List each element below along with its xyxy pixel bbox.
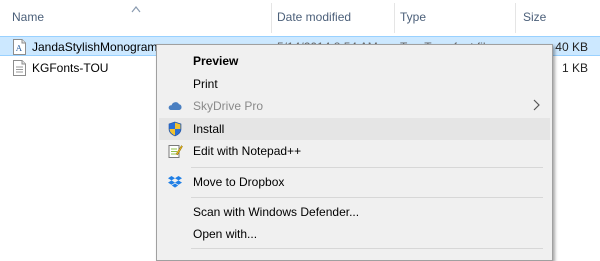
file-name[interactable]: KGFonts-TOU — [32, 61, 108, 75]
menu-separator — [191, 248, 543, 249]
column-header-size[interactable]: Size — [523, 10, 546, 24]
file-size: 1 KB — [561, 61, 588, 75]
shield-icon — [167, 121, 183, 137]
menu-item-move-to-dropbox[interactable]: Move to Dropbox — [159, 171, 550, 193]
menu-item-label: Open with... — [193, 227, 258, 241]
sort-ascending-icon — [131, 2, 141, 13]
menu-item-label: Print — [193, 77, 218, 91]
menu-item-preview[interactable]: Preview — [159, 50, 550, 72]
column-divider[interactable] — [394, 3, 395, 33]
menu-item-label: Move to Dropbox — [193, 175, 285, 189]
menu-item-edit-notepad[interactable]: Edit with Notepad++ — [159, 140, 550, 162]
menu-separator — [191, 167, 543, 168]
submenu-arrow-icon — [532, 99, 540, 111]
menu-separator — [191, 197, 543, 198]
svg-text:A: A — [15, 44, 22, 53]
menu-item-label: Preview — [193, 54, 239, 68]
file-size: 40 KB — [555, 40, 588, 54]
font-file-icon: A — [12, 39, 27, 55]
column-divider[interactable] — [271, 3, 272, 33]
column-header-type[interactable]: Type — [400, 10, 426, 24]
menu-item-label: Install — [193, 122, 225, 136]
dropbox-icon — [167, 174, 183, 190]
menu-item-skydrive-pro[interactable]: SkyDrive Pro — [159, 95, 550, 117]
column-divider[interactable] — [515, 3, 516, 33]
menu-item-open-with[interactable]: Open with... — [159, 223, 550, 245]
menu-item-label: SkyDrive Pro — [193, 99, 264, 113]
menu-item-install[interactable]: Install — [159, 118, 550, 140]
menu-item-label: Edit with Notepad++ — [193, 144, 302, 158]
menu-item-label: Scan with Windows Defender... — [193, 205, 360, 219]
menu-item-print[interactable]: Print — [159, 73, 550, 95]
skydrive-cloud-icon — [167, 98, 183, 114]
menu-item-scan-defender[interactable]: Scan with Windows Defender... — [159, 201, 550, 223]
column-header-name[interactable]: Name — [12, 10, 44, 24]
file-name[interactable]: JandaStylishMonogram — [32, 40, 157, 54]
column-header-bar: Name Date modified Type Size — [0, 0, 600, 34]
context-menu: Preview Print SkyDrive Pro Install Edit … — [156, 44, 553, 261]
column-header-date-modified[interactable]: Date modified — [277, 10, 351, 24]
notepad-plus-plus-icon — [167, 143, 183, 159]
text-file-icon — [12, 60, 27, 76]
